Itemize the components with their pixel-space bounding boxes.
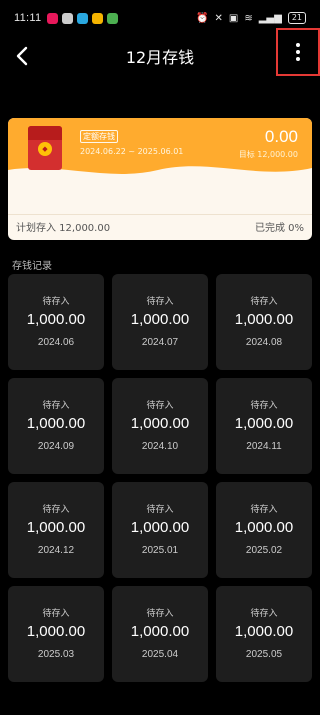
page-title: 12月存钱 [125,48,195,67]
record-tile[interactable]: 待存入 1,000.00 2025.01 [112,482,208,578]
envelope-flap [28,126,62,140]
record-amount: 1,000.00 [26,311,86,328]
completion-progress: 已完成 0% [254,223,304,234]
record-month: 2024.06 [37,337,75,348]
envelope-coin: ◆ [38,142,52,156]
record-month: 2025.02 [245,545,283,556]
record-tile[interactable]: 待存入 1,000.00 2025.04 [112,586,208,682]
record-status: 待存入 [146,401,174,411]
vertical-dot [296,50,300,54]
record-amount: 1,000.00 [26,519,86,536]
target-amount: 目标 12,000.00 [238,150,298,159]
record-amount: 1,000.00 [130,623,190,640]
record-month: 2024.11 [246,441,282,452]
record-tile[interactable]: 待存入 1,000.00 2024.11 [216,378,312,474]
record-tile[interactable]: 待存入 1,000.00 2024.08 [216,274,312,370]
record-status: 待存入 [42,505,70,515]
record-status: 待存入 [42,609,70,619]
vertical-dots-icon [296,43,300,47]
record-month: 2025.01 [141,545,179,556]
vertical-dot [296,57,300,61]
record-month: 2024.08 [245,337,283,348]
plan-type-badge: 定额存钱 [80,130,118,143]
hd-icon: ▣ [228,12,239,24]
record-month: 2024.12 [37,545,75,556]
security-app-icon [107,12,119,24]
record-month: 2025.03 [37,649,75,660]
record-amount: 1,000.00 [130,415,190,432]
notification-icons [47,12,119,24]
record-status: 待存入 [250,609,278,619]
record-tile[interactable]: 待存入 1,000.00 2024.10 [112,378,208,474]
wifi-icon: ≋ [244,12,253,24]
record-month: 2025.04 [141,649,179,660]
record-tile[interactable]: 待存入 1,000.00 2025.05 [216,586,312,682]
record-amount: 1,000.00 [26,415,86,432]
record-month: 2025.05 [245,649,283,660]
savings-summary-card[interactable]: ◆ 定额存钱 2024.06.22 ~ 2025.06.01 0.00 目标 1… [8,118,312,240]
record-amount: 1,000.00 [234,623,294,640]
record-month: 2024.09 [37,441,75,452]
wechat-icon [62,12,74,24]
record-month: 2024.07 [141,337,179,348]
status-bar: 11:11 ⏰ ✕ ▣ ≋ ▂▄▆ 21 [0,0,320,36]
record-month: 2024.10 [141,441,179,452]
chat-app-icon [77,12,89,24]
status-time: 11:11 [14,12,42,24]
record-tile[interactable]: 待存入 1,000.00 2024.09 [8,378,104,474]
signal-icon: ▂▄▆ [258,12,282,24]
saved-amount: 0.00 [264,127,298,146]
record-tile[interactable]: 待存入 1,000.00 2024.12 [8,482,104,578]
battery-icon: 21 [287,12,306,24]
records-grid: 待存入 1,000.00 2024.06 待存入 1,000.00 2024.0… [8,274,312,682]
more-options-button[interactable] [276,28,320,76]
nav-bar: 12月存钱 [0,36,320,76]
record-amount: 1,000.00 [234,415,294,432]
status-right: ⏰ ✕ ▣ ≋ ▂▄▆ 21 [196,12,306,24]
red-envelope-icon: ◆ [28,126,62,170]
alarm-icon: ⏰ [196,12,209,24]
mute-icon: ✕ [214,12,223,24]
record-tile[interactable]: 待存入 1,000.00 2024.07 [112,274,208,370]
record-status: 待存入 [146,297,174,307]
record-status: 待存入 [42,401,70,411]
record-status: 待存入 [250,401,278,411]
card-footer: 计划存入 12,000.00 已完成 0% [8,214,312,237]
record-amount: 1,000.00 [234,311,294,328]
planned-deposit: 计划存入 12,000.00 [16,223,111,234]
record-tile[interactable]: 待存入 1,000.00 2024.06 [8,274,104,370]
record-amount: 1,000.00 [234,519,294,536]
taobao-icon [92,12,104,24]
record-status: 待存入 [146,505,174,515]
plan-date-range: 2024.06.22 ~ 2025.06.01 [80,147,184,156]
record-status: 待存入 [42,297,70,307]
record-amount: 1,000.00 [26,623,86,640]
card-header: ◆ 定额存钱 2024.06.22 ~ 2025.06.01 0.00 目标 1… [8,118,312,202]
records-section-title: 存钱记录 [12,261,52,272]
record-status: 待存入 [250,297,278,307]
record-amount: 1,000.00 [130,311,190,328]
record-tile[interactable]: 待存入 1,000.00 2025.03 [8,586,104,682]
record-status: 待存入 [250,505,278,515]
record-amount: 1,000.00 [130,519,190,536]
video-app-icon [47,12,59,24]
record-tile[interactable]: 待存入 1,000.00 2025.02 [216,482,312,578]
record-status: 待存入 [146,609,174,619]
